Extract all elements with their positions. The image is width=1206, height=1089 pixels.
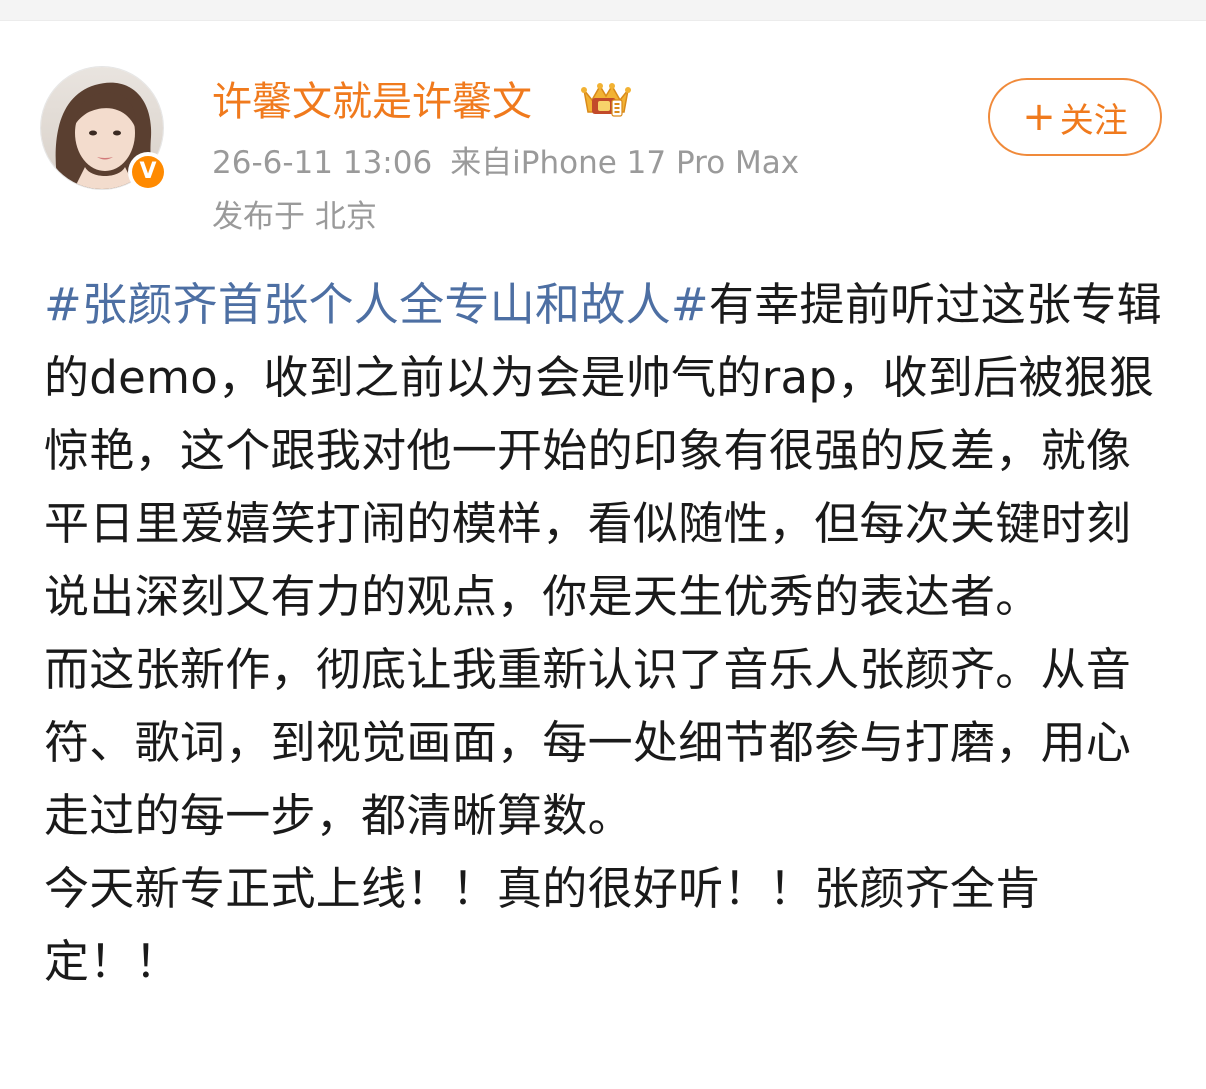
- post-paragraph-2: 而这张新作，彻底让我重新认识了音乐人张颜齐。从音符、歌词，到视觉画面，每一处细节…: [44, 643, 1132, 842]
- follow-label: 关注: [1059, 100, 1128, 141]
- hashtag-link[interactable]: #张颜齐首张个人全专山和故人#: [44, 278, 709, 331]
- username[interactable]: 许馨文就是许馨文: [212, 74, 532, 130]
- follow-button[interactable]: + 关注: [988, 78, 1162, 156]
- post-time: 26-6-11 13:06: [212, 145, 433, 181]
- crown-badge-icon[interactable]: [578, 76, 634, 124]
- post-paragraph-1: #张颜齐首张个人全专山和故人#有幸提前听过这张专辑的demo，收到之前以为会是帅…: [44, 268, 1174, 633]
- plus-icon: +: [1022, 94, 1056, 140]
- post-content: #张颜齐首张个人全专山和故人#有幸提前听过这张专辑的demo，收到之前以为会是帅…: [44, 268, 1174, 998]
- avatar[interactable]: V: [40, 66, 168, 192]
- post-meta: 26-6-11 13:06 来自iPhone 17 Pro Max: [212, 140, 799, 186]
- post-paragraph-3: 今天新专正式上线！！真的很好听！！张颜齐全肯定！！: [44, 862, 1041, 988]
- verified-badge-icon: V: [128, 152, 168, 192]
- post-location: 发布于 北京: [212, 199, 377, 235]
- top-divider: [0, 0, 1206, 21]
- post-source: 来自iPhone 17 Pro Max: [450, 145, 800, 181]
